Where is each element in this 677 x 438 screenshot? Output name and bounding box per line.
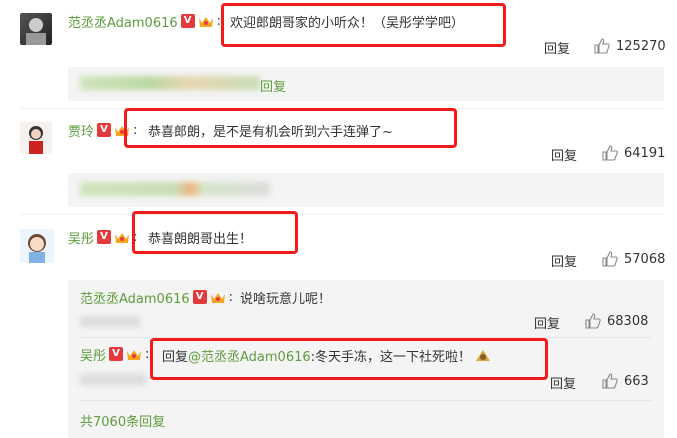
colon: : bbox=[228, 289, 234, 305]
highlight-box bbox=[132, 211, 298, 254]
divider bbox=[80, 400, 652, 401]
highlight-box bbox=[150, 338, 548, 380]
reply-button[interactable]: 回复 bbox=[544, 38, 570, 57]
like-button[interactable]: 57068 bbox=[602, 251, 665, 267]
blurred-reply-text bbox=[80, 76, 260, 90]
more-replies-link[interactable]: 共7060条回复 bbox=[80, 411, 165, 430]
blurred-reply-text bbox=[80, 182, 270, 196]
username-link[interactable]: 吴彤 bbox=[80, 345, 106, 364]
verified-icon: V bbox=[192, 290, 207, 304]
reply-button[interactable]: 回复 bbox=[550, 373, 576, 392]
username-link[interactable]: 范丞丞Adam0616 bbox=[80, 288, 190, 307]
like-count: 57068 bbox=[624, 251, 666, 267]
reply-header: 范丞丞Adam0616 V : 说啥玩意儿呢！ bbox=[80, 288, 332, 307]
highlight-box bbox=[221, 3, 506, 47]
reply-text: 说啥玩意儿呢！ bbox=[240, 291, 332, 307]
thumb-up-icon bbox=[585, 313, 601, 329]
like-count: 64191 bbox=[624, 145, 666, 161]
comment-header: 吴彤 V : bbox=[68, 228, 137, 247]
verified-icon: V bbox=[180, 14, 195, 28]
avatar[interactable] bbox=[20, 122, 52, 154]
username-link[interactable]: 贾玲 bbox=[68, 121, 94, 140]
like-count: 125270 bbox=[616, 38, 666, 54]
avatar-image bbox=[29, 126, 43, 154]
username-link[interactable]: 范丞丞Adam0616 bbox=[68, 12, 178, 31]
thumb-up-icon bbox=[602, 145, 618, 161]
crown-icon bbox=[198, 17, 213, 27]
verified-icon: V bbox=[97, 230, 112, 244]
like-count: 663 bbox=[624, 373, 649, 389]
reply-button[interactable]: 回复 bbox=[534, 313, 560, 332]
username-link[interactable]: 吴彤 bbox=[68, 228, 94, 247]
reply-button[interactable]: 回复 bbox=[551, 145, 577, 164]
avatar-image bbox=[26, 18, 46, 45]
thumb-up-icon bbox=[602, 373, 618, 389]
avatar-image bbox=[28, 234, 46, 263]
crown-icon bbox=[210, 293, 225, 303]
like-button[interactable]: 125270 bbox=[594, 38, 666, 54]
avatar[interactable] bbox=[20, 229, 54, 263]
crown-icon bbox=[127, 350, 142, 360]
comment-header: 范丞丞Adam0616 V : bbox=[68, 12, 221, 31]
thumb-up-icon bbox=[602, 251, 618, 267]
blurred-timestamp bbox=[80, 374, 146, 385]
reply-button[interactable]: 回复 bbox=[551, 251, 577, 270]
reply-preview-link[interactable]: 回复 bbox=[260, 76, 286, 95]
divider bbox=[20, 214, 664, 215]
blurred-timestamp bbox=[80, 316, 140, 327]
like-button[interactable]: 64191 bbox=[602, 145, 665, 161]
like-button[interactable]: 663 bbox=[602, 373, 649, 389]
thumb-up-icon bbox=[594, 38, 610, 54]
colon: : bbox=[145, 346, 150, 362]
like-button[interactable]: 68308 bbox=[585, 313, 648, 329]
highlight-box bbox=[124, 108, 457, 148]
verified-icon: V bbox=[97, 123, 112, 137]
verified-icon: V bbox=[109, 347, 124, 361]
like-count: 68308 bbox=[607, 313, 649, 329]
crown-icon bbox=[115, 233, 130, 243]
avatar[interactable] bbox=[20, 13, 52, 45]
reply-header: 吴彤 V : bbox=[80, 345, 150, 364]
